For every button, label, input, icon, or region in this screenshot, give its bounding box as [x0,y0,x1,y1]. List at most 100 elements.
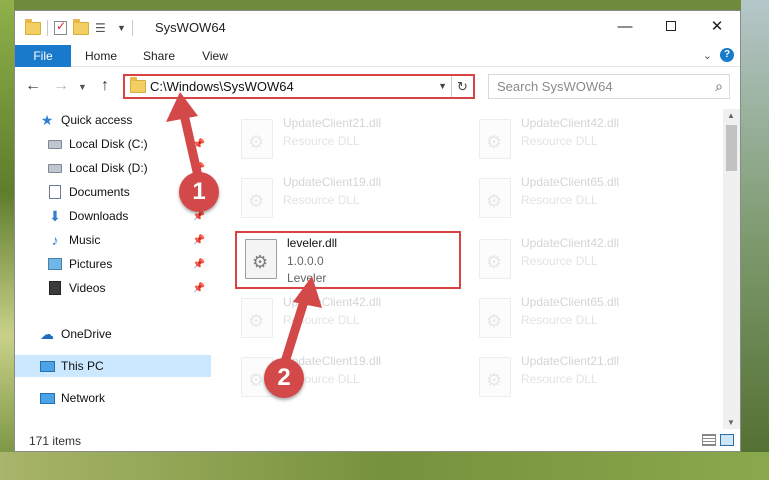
search-icon: ⌕ [715,78,723,94]
close-icon: ✕ [710,18,724,35]
sidebar-item-label: Local Disk (D:) [69,161,148,175]
dll-file-icon [241,119,273,159]
file-description: Resource DLL [521,372,598,386]
tab-view[interactable]: View [199,45,231,67]
pin-icon[interactable]: 📌 [193,259,205,270]
customize-toolbar-icon[interactable]: ☰ [95,21,111,35]
sidebar-item-label: Pictures [69,257,113,271]
minimize-button[interactable]: — [602,11,648,41]
details-view-icon[interactable] [702,434,716,446]
quick-access-toolbar: ☰ ▼ [25,18,133,36]
file-name: UpdateClient42.dll [521,116,620,130]
scrollbar-thumb[interactable] [726,125,737,171]
explorer-window: ☰ ▼ SysWOW64 — ✕ File Home Share View ⌄ … [14,10,741,452]
properties-icon[interactable] [54,19,67,35]
sidebar-item-label: This PC [61,359,104,373]
up-arrow-icon[interactable]: ↑ [101,77,109,95]
expand-ribbon-icon[interactable]: ⌄ [703,49,712,62]
help-icon[interactable]: ? [720,48,734,62]
back-arrow-icon[interactable]: ← [25,77,41,95]
chevron-down-icon[interactable]: ▼ [438,81,447,91]
dll-file-icon [241,298,273,338]
new-folder-icon[interactable] [73,18,89,35]
forward-arrow-icon[interactable]: → [53,77,69,95]
desktop-background-right [741,0,769,480]
dll-file-icon [479,178,511,218]
search-input[interactable]: Search SysWOW64 ⌕ [488,74,730,99]
file-description: Resource DLL [283,313,360,327]
file-description: Resource DLL [521,193,598,207]
sidebar-item-music[interactable]: ♪ Music 📌 [15,229,211,251]
file-description: Resource DLL [521,254,598,268]
tab-share[interactable]: Share [141,45,177,67]
close-button[interactable]: ✕ [694,11,740,41]
chevron-down-icon[interactable]: ▼ [117,23,126,33]
highlight-box [235,231,461,289]
refresh-icon[interactable]: ↻ [451,76,473,97]
videos-icon [47,280,63,296]
pin-icon[interactable]: 📌 [193,139,205,150]
recent-locations-chevron-icon[interactable]: ▼ [78,82,87,92]
file-name: UpdateClient21.dll [283,116,382,130]
file-name: UpdateClient65.dll [521,175,620,189]
pin-icon[interactable]: 📌 [193,235,205,246]
toolbar-separator [131,20,133,36]
sidebar-item-label: Videos [69,281,106,295]
file-name: UpdateClient65.dll [521,295,620,309]
address-row: ← → ▼ ↑ C:\Windows\SysWOW64 ▼ ↻ Search S… [15,71,740,101]
file-tile[interactable]: UpdateClient21.dll Resource DLL [235,113,465,169]
pin-icon[interactable]: 📌 [193,283,205,294]
sidebar-item-local-disk-d[interactable]: Local Disk (D:) 📌 [15,157,211,179]
pin-icon[interactable]: 📌 [193,211,205,222]
file-description: Resource DLL [521,313,598,327]
ribbon-controls: ⌄ ? [703,48,734,62]
sidebar-item-quick-access[interactable]: ★ Quick access [15,109,211,131]
sidebar-item-pictures[interactable]: Pictures 📌 [15,253,211,275]
scroll-up-icon[interactable]: ▲ [727,111,735,120]
file-name: UpdateClient19.dll [283,175,382,189]
tab-file[interactable]: File [15,45,71,67]
file-tile[interactable]: UpdateClient42.dll Resource DLL [473,233,703,289]
sidebar-item-label: Local Disk (C:) [69,137,148,151]
sidebar-item-onedrive[interactable]: ☁ OneDrive [15,323,211,345]
drive-icon [47,136,63,152]
scroll-down-icon[interactable]: ▼ [727,418,735,427]
vertical-scrollbar[interactable]: ▲ ▼ [723,109,740,429]
large-icons-view-icon[interactable] [720,434,734,446]
title-bar: ☰ ▼ SysWOW64 — ✕ [15,11,740,45]
maximize-button[interactable] [648,11,694,41]
sidebar-item-network[interactable]: Network [15,387,211,409]
sidebar-item-videos[interactable]: Videos 📌 [15,277,211,299]
network-icon [39,390,55,406]
window-title: SysWOW64 [155,20,226,35]
file-tile[interactable]: UpdateClient42.dll Resource DLL [473,113,703,169]
pictures-icon [47,256,63,272]
step-marker-2: 2 [264,358,304,398]
address-path[interactable]: C:\Windows\SysWOW64 [150,79,294,94]
file-tile[interactable]: UpdateClient65.dll Resource DLL [473,292,703,348]
file-tile[interactable]: UpdateClient65.dll Resource DLL [473,172,703,228]
address-bar[interactable]: C:\Windows\SysWOW64 ▼ ↻ [123,74,475,99]
file-tile[interactable]: UpdateClient19.dll Resource DLL [235,172,465,228]
sidebar-item-label: Music [69,233,101,247]
file-description: Resource DLL [283,134,360,148]
file-tile[interactable]: UpdateClient21.dll Resource DLL [473,351,703,407]
folder-icon [25,18,41,35]
ribbon-tabs: File Home Share View ⌄ ? [15,45,740,67]
documents-icon [47,184,63,200]
sidebar-item-local-disk-c[interactable]: Local Disk (C:) 📌 [15,133,211,155]
star-icon: ★ [40,111,54,128]
sidebar-item-label: Documents [69,185,130,199]
sidebar-item-label: Network [61,391,106,405]
item-count: 171 items [29,434,82,448]
music-icon: ♪ [51,232,59,248]
desktop-background-left [0,0,14,480]
tab-home[interactable]: Home [83,45,119,67]
file-description: Resource DLL [521,134,598,148]
file-tile[interactable]: UpdateClient42.dll Resource DLL [235,292,465,348]
file-name: UpdateClient42.dll [283,295,382,309]
step-marker-1: 1 [179,172,219,212]
sidebar-item-downloads[interactable]: ⬇ Downloads 📌 [15,205,211,227]
sidebar-item-this-pc[interactable]: This PC [15,355,211,377]
maximize-icon [666,21,676,31]
